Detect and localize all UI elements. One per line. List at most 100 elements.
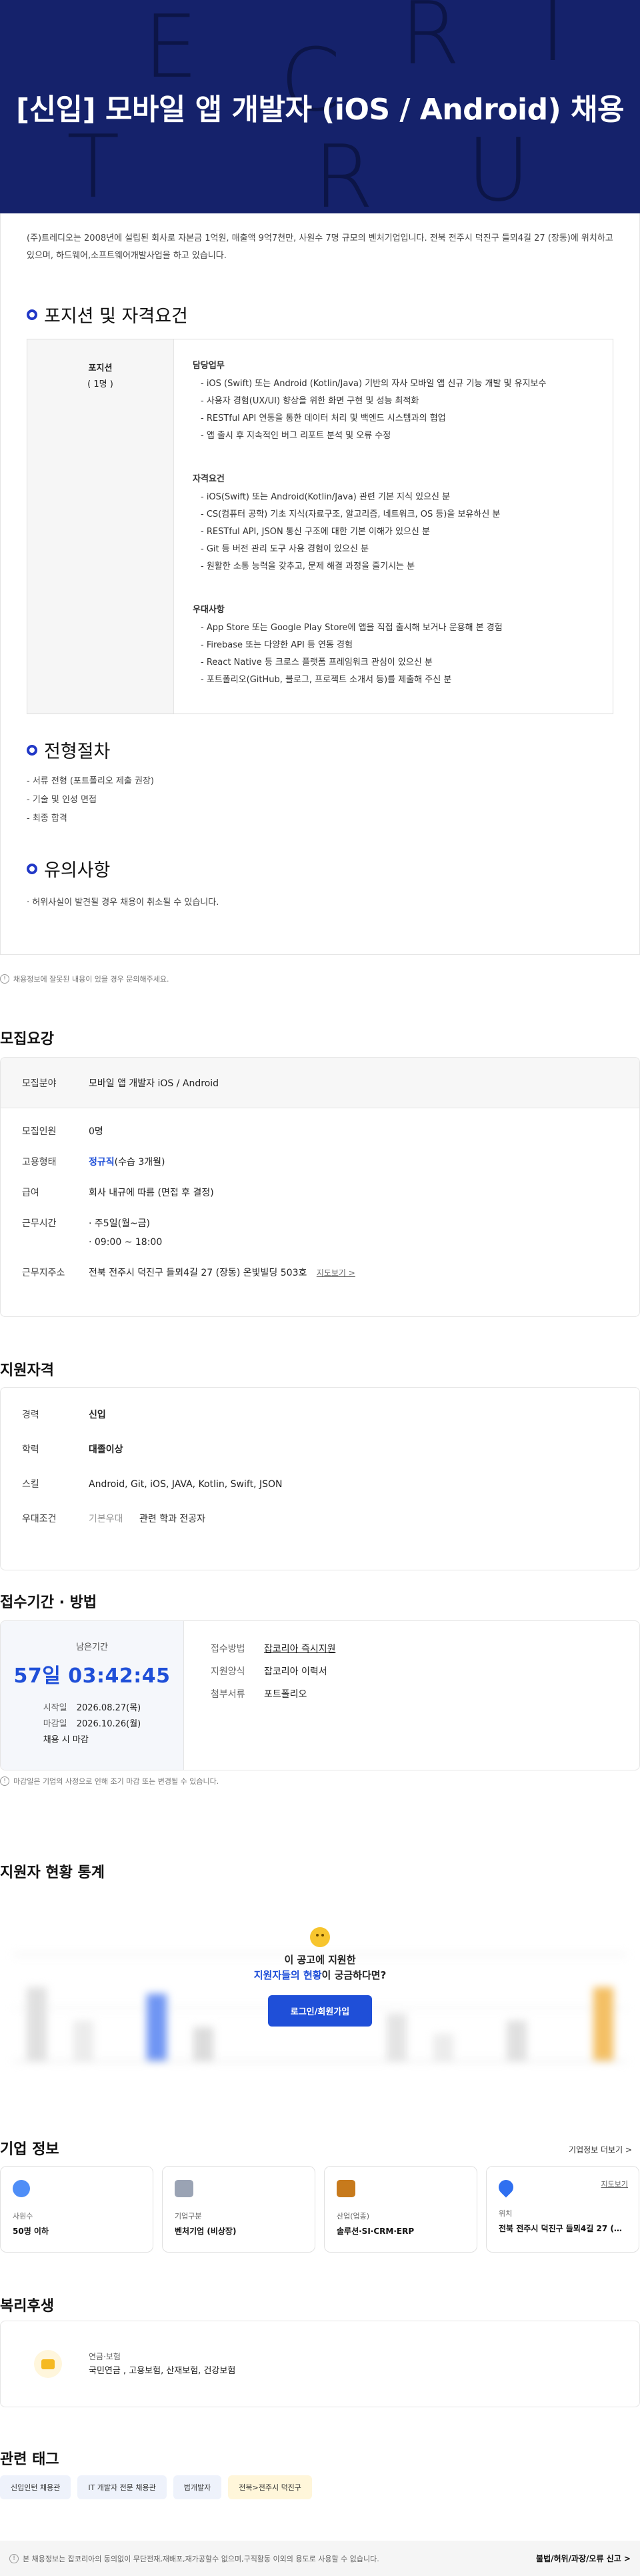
- list-item: - RESTful API, JSON 통신 구조에 대한 기본 이해가 있으신…: [201, 527, 430, 537]
- remaining-label: 남은기간: [76, 1642, 108, 1652]
- list-item: - iOS (Swift) 또는 Android (Kotlin/Java) 기…: [201, 379, 547, 389]
- form-row: 지원양식 잡코리아 이력서: [211, 1665, 613, 1678]
- field-label: 모집분야: [22, 1078, 57, 1089]
- period-box: 남은기간 57일 03:42:45 시작일 2026.08.27(목) 마감일 20…: [0, 1620, 640, 1770]
- login-signup-button[interactable]: 로그인/회원가입: [267, 1995, 373, 2027]
- pref-wrap: 기본우대 관련 학과 전공자: [89, 1512, 205, 1526]
- tag-item[interactable]: 법개발자: [173, 2475, 222, 2499]
- map-link[interactable]: 지도보기 >: [317, 1268, 355, 1278]
- worktime-values: · 주5일(월~금) · 09:00 ~ 18:00: [89, 1216, 162, 1250]
- people-icon: [13, 2180, 30, 2197]
- caution-heading: 유의사항: [27, 856, 110, 882]
- company-intro: (주)트레디오는 2008년에 설립된 회사로 자본금 1억원, 매출액 9억7…: [27, 233, 613, 261]
- pref-value: 관련 학과 전공자: [139, 1514, 206, 1524]
- start-date-row: 시작일 2026.08.27(목): [43, 1700, 141, 1716]
- prompt-highlight: 지원자들의 현황: [253, 1969, 322, 1981]
- qualification-box: 경력 신입 학력 대졸이상 스킬 Android, Git, iOS, JAVA…: [0, 1387, 640, 1570]
- process-heading: 전형절차: [27, 737, 110, 763]
- row-label: 급여: [22, 1188, 39, 1198]
- address-row: 근무지주소 전북 전주시 덕진구 들뫼4길 27 (장동) 온빛빌딩 503호 …: [22, 1266, 618, 1280]
- tag-item[interactable]: 신입인턴 채용관: [0, 2475, 71, 2499]
- job-banner: E C R I T R U [신입] 모바일 앱 개발자 (iOS / Andr…: [0, 0, 640, 213]
- row-label: 경력: [22, 1410, 39, 1420]
- document-row: 첨부서류 포트폴리오: [211, 1688, 613, 1701]
- duty-group: 담당업무 - iOS (Swift) 또는 Android (Kotlin/Ja…: [193, 358, 594, 445]
- prompt-rest: 이 궁금하다면?: [321, 1969, 387, 1981]
- building-icon: [175, 2180, 193, 2197]
- banner-deco-letter: U: [467, 119, 531, 213]
- row-label: 근무시간: [22, 1218, 57, 1229]
- end-note: 채용 시 마감: [43, 1735, 89, 1745]
- ring-bullet-icon: [27, 744, 37, 756]
- row-label: 모집인원: [22, 1126, 57, 1137]
- list-item: - RESTful API 연동을 통한 데이터 처리 및 백엔드 시스템과의 …: [201, 413, 446, 423]
- row-label: 접수방법: [211, 1644, 245, 1654]
- ring-bullet-icon: [27, 309, 37, 320]
- company-card-industry: 산업(업종) 솔루션·SI·CRM·ERP: [324, 2166, 477, 2253]
- list-item: - 서류 전형 (포트폴리오 제출 권장): [27, 776, 154, 786]
- preference-group: 우대사항 - App Store 또는 Google Play Store에 앱…: [193, 602, 594, 689]
- career-row: 경력 신입: [22, 1408, 618, 1422]
- position-label: 포지션: [88, 363, 113, 373]
- row-label: 고용형태: [22, 1157, 57, 1168]
- company-more-link[interactable]: 기업정보 더보기 >: [569, 2144, 632, 2155]
- employment-row: 고용형태 정규직(수습 3개월): [22, 1155, 618, 1170]
- thinking-face-icon: [310, 1927, 330, 1947]
- report-notice-text[interactable]: 채용정보에 잘못된 내용이 있을 경우 문의해주세요.: [13, 974, 169, 984]
- skill-row: 스킬 Android, Git, iOS, JAVA, Kotlin, Swif…: [22, 1477, 618, 1492]
- ring-bullet-icon: [27, 863, 37, 874]
- end-label: 마감일: [43, 1719, 67, 1729]
- position-detail-cell: 담당업무 - iOS (Swift) 또는 Android (Kotlin/Ja…: [174, 339, 613, 714]
- row-label: 지원양식: [211, 1666, 245, 1677]
- list-item: - 원활한 소통 능력을 갖추고, 문제 해결 과정을 즐기시는 분: [201, 561, 415, 571]
- worktime-row: 근무시간 · 주5일(월~금) · 09:00 ~ 18:00: [22, 1216, 618, 1250]
- list-item: - 최종 합격: [27, 814, 67, 824]
- banner-deco-letter: E: [143, 0, 199, 97]
- footer-notice-text: 본 채용정보는 잡코리아의 동의없이 무단전재,재배포,재가공할수 없으며,구직…: [23, 2554, 379, 2563]
- period-dates: 시작일 2026.08.27(목) 마감일 2026.10.26(월) 채용 시 마…: [43, 1700, 141, 1748]
- tags-heading: 관련 태그: [0, 2451, 59, 2468]
- banner-deco-letter: I: [540, 0, 566, 81]
- card-map-link[interactable]: 지도보기: [601, 2179, 628, 2189]
- welfare-label: 연금·보험: [89, 2352, 121, 2361]
- info-icon: !: [0, 1776, 9, 1786]
- row-value-wrap: 정규직(수습 3개월): [89, 1155, 165, 1170]
- period-notice: ! 마감일은 기업의 사정으로 인해 조기 마감 또는 변경될 수 있습니다.: [0, 1776, 219, 1786]
- address-wrap: 전북 전주시 덕진구 들뫼4길 27 (장동) 온빛빌딩 503호 지도보기 >: [89, 1266, 355, 1280]
- tag-item[interactable]: 전북>전주시 덕진구: [228, 2475, 312, 2499]
- process-heading-text: 전형절차: [44, 742, 111, 762]
- list-item: - React Native 등 크로스 플랫폼 프레임워크 관심이 있으신 분: [201, 658, 433, 668]
- list-item: - 포트폴리오(GitHub, 블로그, 프로젝트 소개서 등)를 제출해 주신…: [201, 675, 452, 685]
- start-label: 시작일: [43, 1703, 67, 1713]
- group-title: 자격요건: [193, 474, 225, 484]
- card-label: 사원수: [13, 2212, 33, 2221]
- process-list: - 서류 전형 (포트폴리오 제출 권장) - 기술 및 인성 면접 - 최종 …: [27, 772, 154, 828]
- remaining-countdown: 57일 03:42:45: [13, 1664, 171, 1688]
- list-item: - Git 등 버전 관리 도구 사용 경험이 있으신 분: [201, 544, 369, 554]
- preference-row: 우대조건 기본우대 관련 학과 전공자: [22, 1512, 618, 1526]
- address-value: 전북 전주시 덕진구 들뫼4길 27 (장동) 온빛빌딩 503호: [89, 1268, 307, 1278]
- employment-note: (수습 3개월): [114, 1157, 165, 1168]
- row-value: 대졸이상: [89, 1444, 123, 1455]
- method-panel: 접수방법 잡코리아 즉시지원 지원양식 잡코리아 이력서 첨부서류 포트폴리오: [184, 1621, 639, 1770]
- list-item: - Firebase 또는 다양한 API 등 연동 경험: [201, 640, 353, 650]
- apply-method-link[interactable]: 잡코리아 즉시지원: [264, 1642, 336, 1656]
- caution-heading-text: 유의사항: [44, 860, 111, 881]
- report-notice: ! 채용정보에 잘못된 내용이 있을 경우 문의해주세요.: [0, 974, 169, 984]
- salary-row: 급여 회사 내규에 따름 (면접 후 결정): [22, 1186, 618, 1200]
- card-value: 벤처기업 (비상장): [175, 2227, 237, 2236]
- worktime-item: · 09:00 ~ 18:00: [89, 1237, 163, 1248]
- card-value: 솔루션·SI·CRM·ERP: [337, 2227, 415, 2236]
- banner-deco-letter: R: [313, 126, 374, 213]
- position-heading: 포지션 및 자격요건: [27, 301, 188, 327]
- list-item: - 앱 출시 후 지속적인 버그 리포트 분석 및 오류 수정: [201, 431, 391, 441]
- summary-field-row: 모집분야 모바일 앱 개발자 iOS / Android: [1, 1058, 639, 1108]
- row-value: 포트폴리오: [264, 1689, 307, 1700]
- method-row: 접수방법 잡코리아 즉시지원: [211, 1642, 613, 1656]
- report-link[interactable]: 불법/허위/과장/오류 신고 >: [536, 2553, 631, 2564]
- caution-list: · 허위사실이 발견될 경우 채용이 취소될 수 있습니다.: [27, 894, 219, 912]
- applicant-stats: 이 공고에 지원한 지원자들의 현황이 궁금하다면? 로그인/회원가입: [0, 1887, 640, 2087]
- tag-item[interactable]: IT 개발자 전문 채용관: [77, 2475, 167, 2499]
- banner-deco-letter: R: [400, 0, 461, 84]
- pin-icon: [495, 2177, 517, 2198]
